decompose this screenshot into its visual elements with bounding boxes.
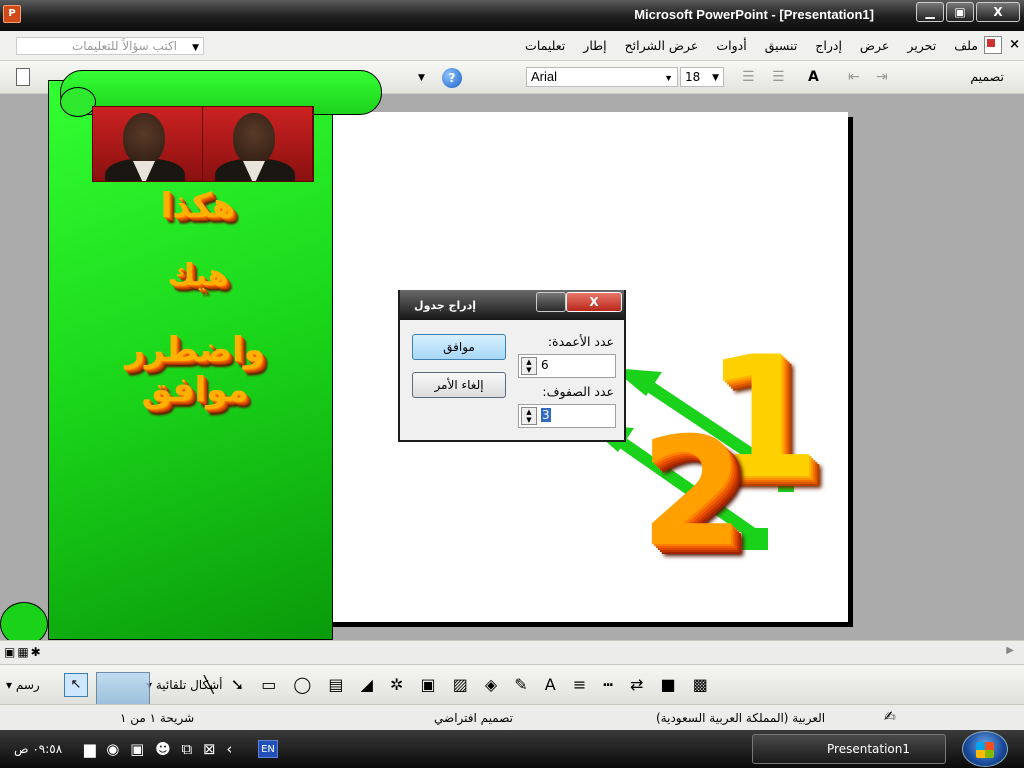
view-controls-strip: ▣▦✱ ▶ <box>0 640 1024 664</box>
input-language-button[interactable]: EN <box>258 740 278 758</box>
slide-counter: شريحة ١ من ١ <box>120 711 195 725</box>
draw-menu-button[interactable]: رسم ▾ <box>6 678 40 692</box>
dialog-close-button[interactable]: X <box>566 292 622 312</box>
language-indicator: العربية (المملكة العربية السعودية) <box>656 711 826 725</box>
design-template-name: تصميم افتراضي <box>434 711 513 725</box>
columns-input[interactable]: ▲ ▼ 6 <box>518 354 616 378</box>
dialog-title: إدراج جدول <box>414 299 476 312</box>
view-buttons[interactable]: ▣▦✱ <box>4 645 43 659</box>
status-bar: شريحة ١ من ١ تصميم افتراضي العربية (المم… <box>0 704 1024 730</box>
system-clock[interactable]: ٠٩:٥٨ ص <box>14 742 62 756</box>
windows-taskbar: ٠٩:٥٨ ص ▆ ◉ ▣ ☻ ⧉ ⊠ ‹ EN Presentation1 <box>0 730 1024 768</box>
draw-menu-label: رسم <box>15 678 40 692</box>
start-button[interactable] <box>962 731 1008 767</box>
drawing-toolbar: رسم ▾ ↖ أشكال تلقائية ▾ ╲ ➘ ▭ ◯ ▤ ◢ ✲ ▣ … <box>0 664 1024 704</box>
spelling-icon[interactable]: ✍ <box>884 709 896 725</box>
columns-value: 6 <box>541 358 549 372</box>
rows-value: 3 <box>541 408 551 422</box>
columns-label: عدد الأعمدة: <box>547 334 614 349</box>
insert-table-dialog: X إدراج جدول موافق إلغاء الأمر عدد الأعم… <box>398 290 626 442</box>
number-two-wordart: 2 <box>640 406 745 580</box>
spinner-icon[interactable]: ▲ ▼ <box>521 407 537 425</box>
scroll-right-icon[interactable]: ▶ <box>1006 645 1014 656</box>
cancel-button[interactable]: إلغاء الأمر <box>412 372 506 398</box>
select-objects-icon[interactable]: ↖ <box>64 673 88 697</box>
drawing-tools[interactable]: ╲ ➘ ▭ ◯ ▤ ◢ ✲ ▣ ▨ ◈ ✎ A ≡ ┅ ⇄ ■ ▩ <box>204 675 714 694</box>
rows-input[interactable]: ▲ ▼ 3 <box>518 404 616 428</box>
taskbar-presentation-button[interactable]: Presentation1 <box>752 734 946 764</box>
system-tray-icons[interactable]: ▆ ◉ ▣ ☻ ⧉ ⊠ ‹ <box>84 740 235 758</box>
spinner-icon[interactable]: ▲ ▼ <box>521 357 537 375</box>
dialog-minimize-button[interactable] <box>536 292 566 312</box>
rows-label: عدد الصفوف: <box>542 384 614 399</box>
dialog-title-bar[interactable]: X إدراج جدول <box>400 290 624 320</box>
ok-button[interactable]: موافق <box>412 334 506 360</box>
